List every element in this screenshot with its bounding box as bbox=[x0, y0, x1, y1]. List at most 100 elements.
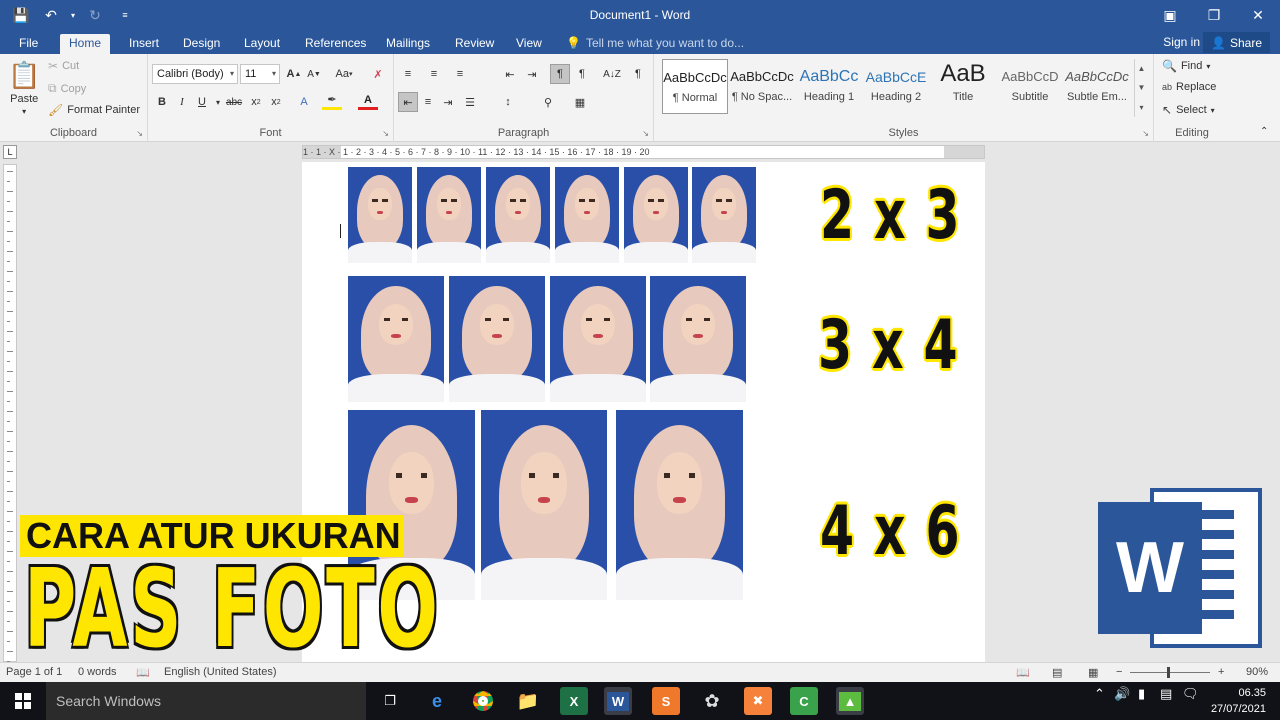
bullets-icon[interactable]: ≡ bbox=[398, 64, 418, 84]
tab-references[interactable]: References bbox=[296, 34, 375, 54]
zoom-in-icon[interactable]: + bbox=[1218, 666, 1224, 678]
photo-2x3[interactable] bbox=[624, 167, 688, 263]
format-painter-button[interactable]: 🖌 Format Painter bbox=[48, 103, 140, 117]
photo-2x3[interactable] bbox=[486, 167, 550, 263]
taskbar-search[interactable]: Search Windows bbox=[46, 682, 366, 720]
close-button[interactable]: ✕ bbox=[1236, 0, 1280, 31]
sort-button[interactable]: A↓Z bbox=[602, 64, 622, 84]
zoom-slider[interactable] bbox=[1130, 672, 1210, 673]
language[interactable]: English (United States) bbox=[164, 666, 277, 678]
photo-3x4[interactable] bbox=[348, 276, 444, 402]
subscript-button[interactable]: x2 bbox=[246, 92, 266, 112]
find-button[interactable]: 🔍 Find ▾ bbox=[1162, 59, 1210, 73]
text-effects-icon[interactable]: A bbox=[294, 92, 314, 112]
clipboard-launcher-icon[interactable]: ↘ bbox=[136, 129, 143, 138]
horizontal-ruler[interactable]: 1 · 1 · X · 1 · 2 · 3 · 4 · 5 · 6 · 7 · … bbox=[302, 145, 985, 159]
notifications-icon[interactable]: 🗨 bbox=[1182, 686, 1199, 702]
photo-2x3[interactable] bbox=[417, 167, 481, 263]
collapse-ribbon-icon[interactable]: ⌃ bbox=[1260, 126, 1268, 137]
ribbon-display-options-icon[interactable]: ▣ bbox=[1148, 0, 1192, 31]
zoom-out-icon[interactable]: − bbox=[1116, 666, 1122, 678]
align-center-icon[interactable]: ≡ bbox=[418, 92, 438, 112]
clear-formatting-icon[interactable]: ✗ bbox=[368, 64, 388, 84]
zoom-level[interactable]: 90% bbox=[1246, 666, 1268, 678]
increase-indent-icon[interactable]: ⇥ bbox=[522, 64, 542, 84]
decrease-indent-icon[interactable]: ⇤ bbox=[500, 64, 520, 84]
line-spacing-icon[interactable]: ↕ bbox=[498, 92, 518, 112]
vertical-ruler[interactable] bbox=[3, 164, 17, 662]
start-button[interactable] bbox=[0, 682, 46, 720]
justify-icon[interactable]: ☰ bbox=[460, 92, 480, 112]
photo-4x6[interactable] bbox=[481, 410, 607, 600]
web-layout-icon[interactable]: ▦ bbox=[1088, 666, 1098, 679]
word-taskbar-icon[interactable]: W bbox=[604, 687, 632, 715]
excel-icon[interactable]: X bbox=[560, 687, 588, 715]
font-color-icon[interactable]: A bbox=[358, 92, 378, 110]
photo-3x4[interactable] bbox=[650, 276, 746, 402]
photo-4x6[interactable] bbox=[616, 410, 743, 600]
style-subtitle[interactable]: AaBbCcD Subtitle bbox=[997, 59, 1063, 114]
styles-launcher-icon[interactable]: ↘ bbox=[1142, 129, 1149, 138]
davinci-icon[interactable]: ✿ bbox=[698, 687, 726, 715]
select-button[interactable]: ↖ Select ▾ bbox=[1162, 103, 1215, 117]
tab-home[interactable]: Home bbox=[60, 34, 111, 54]
tab-selector-icon[interactable]: L bbox=[3, 145, 17, 159]
volume-icon[interactable]: 🔊 bbox=[1114, 686, 1130, 702]
network-icon[interactable]: ▤ bbox=[1160, 686, 1172, 702]
styles-gallery-scroll[interactable]: ▲ ▼ ▾ bbox=[1134, 59, 1148, 117]
photo-2x3[interactable] bbox=[348, 167, 412, 263]
style-heading-1[interactable]: AaBbCc Heading 1 bbox=[796, 59, 862, 114]
photo-3x4[interactable] bbox=[550, 276, 646, 402]
camtasia-icon[interactable]: C bbox=[790, 687, 818, 715]
chrome-icon[interactable] bbox=[469, 687, 497, 715]
sublime-icon[interactable]: S bbox=[652, 687, 680, 715]
word-count[interactable]: 0 words bbox=[78, 666, 117, 678]
font-launcher-icon[interactable]: ↘ bbox=[382, 129, 389, 138]
edge-icon[interactable]: e bbox=[423, 687, 451, 715]
share-button[interactable]: 👤 Share bbox=[1203, 32, 1270, 53]
read-mode-icon[interactable]: 📖 bbox=[1016, 666, 1030, 679]
bold-button[interactable]: B bbox=[152, 92, 172, 112]
copy-button[interactable]: ⧉ Copy bbox=[48, 81, 86, 96]
photo-3x4[interactable] bbox=[449, 276, 545, 402]
replace-button[interactable]: ab Replace bbox=[1162, 81, 1216, 93]
task-view-icon[interactable]: ❐ bbox=[376, 687, 404, 715]
grow-font-button[interactable]: A ▲ bbox=[284, 64, 304, 84]
italic-button[interactable]: I bbox=[172, 92, 192, 112]
style-title[interactable]: AaB Title bbox=[930, 59, 996, 114]
shading-icon[interactable]: ⚲ bbox=[538, 92, 558, 112]
font-size-combo[interactable]: 11 ▾ bbox=[240, 64, 280, 84]
highlight-icon[interactable]: ✒ bbox=[322, 92, 342, 110]
align-left-icon[interactable]: ⇤ bbox=[398, 92, 418, 112]
zoom-slider-thumb[interactable] bbox=[1167, 667, 1170, 678]
align-right-icon[interactable]: ⇥ bbox=[438, 92, 458, 112]
tab-insert[interactable]: Insert bbox=[120, 34, 168, 54]
proofing-icon[interactable]: 📖 bbox=[136, 666, 150, 679]
file-explorer-icon[interactable]: 📁 bbox=[514, 687, 542, 715]
more-styles-icon[interactable]: ▾ bbox=[1139, 103, 1143, 112]
numbering-icon[interactable]: ≡ bbox=[424, 64, 444, 84]
multilevel-list-icon[interactable]: ≡ bbox=[450, 64, 470, 84]
page-count[interactable]: Page 1 of 1 bbox=[6, 666, 62, 678]
tell-me-box[interactable]: 💡 Tell me what you want to do... bbox=[566, 36, 744, 50]
style-normal[interactable]: AaBbCcDc ¶ Normal bbox=[662, 59, 728, 114]
paragraph-launcher-icon[interactable]: ↘ bbox=[642, 129, 649, 138]
xampp-icon[interactable]: ✖ bbox=[744, 687, 772, 715]
paste-button[interactable]: 📋 Paste ▾ bbox=[8, 60, 40, 116]
strikethrough-button[interactable]: abc bbox=[224, 92, 244, 112]
style-no-spacing[interactable]: AaBbCcDc ¶ No Spac... bbox=[729, 59, 795, 114]
sign-in-link[interactable]: Sign in bbox=[1163, 35, 1200, 49]
restore-button[interactable]: ❐ bbox=[1192, 0, 1236, 31]
tab-view[interactable]: View bbox=[507, 34, 551, 54]
chevron-down-icon[interactable]: ▼ bbox=[1138, 83, 1146, 92]
superscript-button[interactable]: x2 bbox=[266, 92, 286, 112]
tab-layout[interactable]: Layout bbox=[235, 34, 289, 54]
style-subtle-emphasis[interactable]: AaBbCcDc Subtle Em... bbox=[1064, 59, 1130, 114]
show-formatting-button[interactable]: ¶ bbox=[628, 64, 648, 84]
tab-design[interactable]: Design bbox=[174, 34, 229, 54]
cut-button[interactable]: ✂ Cut bbox=[48, 59, 79, 73]
print-layout-icon[interactable]: ▤ bbox=[1052, 666, 1062, 679]
shrink-font-button[interactable]: A ▼ bbox=[304, 64, 324, 84]
style-heading-2[interactable]: AaBbCcE Heading 2 bbox=[863, 59, 929, 114]
tab-mailings[interactable]: Mailings bbox=[377, 34, 439, 54]
